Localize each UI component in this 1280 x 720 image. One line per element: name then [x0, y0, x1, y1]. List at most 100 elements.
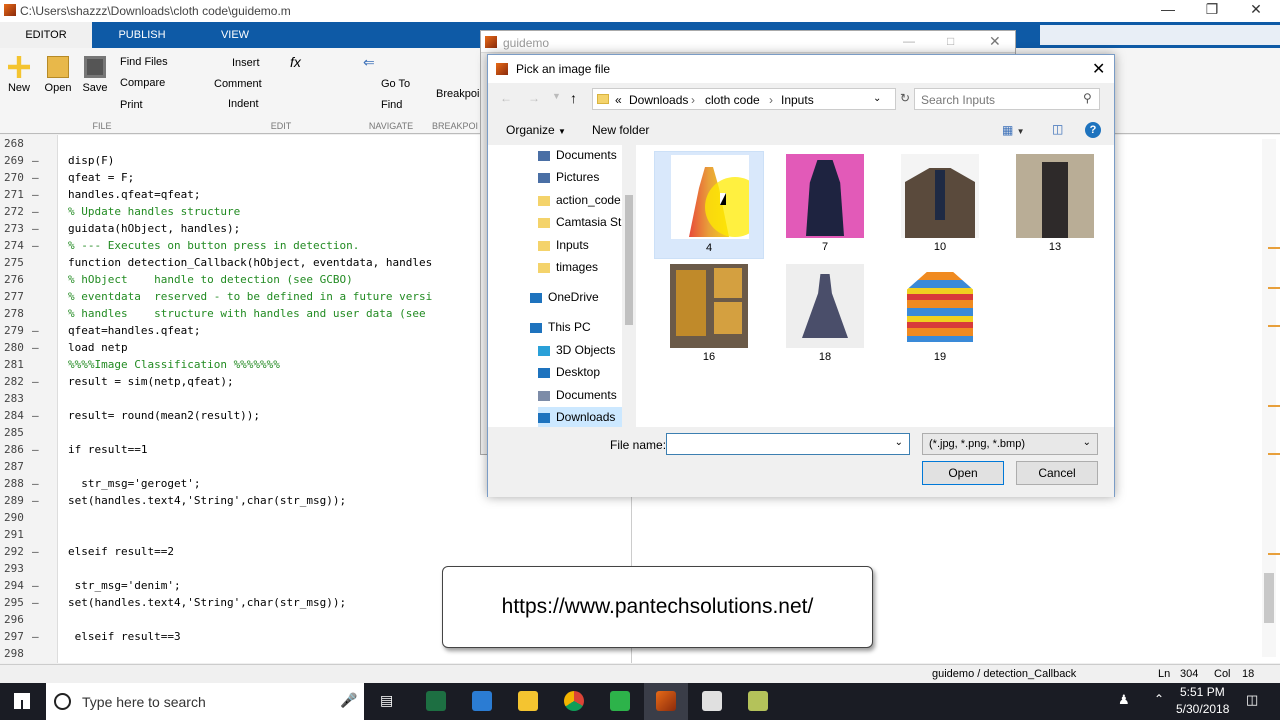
nav-scrollbar-thumb[interactable]: [625, 195, 633, 325]
nav-item[interactable]: Inputs: [538, 235, 589, 255]
comment-button[interactable]: Comment: [214, 78, 262, 90]
code-line[interactable]: 290: [0, 509, 631, 526]
breakpoint-dash[interactable]: —: [32, 339, 39, 356]
save-button[interactable]: Save: [80, 56, 110, 94]
minimize-button[interactable]: —: [1146, 1, 1190, 21]
breakpoint-dash[interactable]: —: [32, 543, 39, 560]
file-type-select[interactable]: (*.jpg, *.png, *.bmp) ⌄: [922, 433, 1098, 455]
find-button[interactable]: Find: [381, 99, 402, 111]
breakpoint-dash[interactable]: —: [32, 203, 39, 220]
nav-item[interactable]: action_code: [538, 190, 621, 210]
breadcrumb-cloth-code[interactable]: cloth code: [705, 93, 760, 107]
new-button[interactable]: New: [4, 56, 34, 94]
address-bar[interactable]: « Downloads › cloth code › Inputs ⌄: [592, 88, 896, 110]
breakpoint-dash[interactable]: —: [32, 594, 39, 611]
nav-item[interactable]: 3D Objects: [538, 340, 615, 360]
warning-marker[interactable]: [1268, 405, 1280, 407]
nav-item[interactable]: timages: [538, 257, 598, 277]
guidemo-minimize-button[interactable]: —: [903, 34, 915, 48]
open-button[interactable]: Open: [42, 56, 74, 94]
chevron-down-icon[interactable]: ⌄: [895, 437, 903, 448]
find-files-button[interactable]: Find Files: [120, 56, 168, 68]
breakpoint-dash[interactable]: —: [32, 577, 39, 594]
word-app-icon[interactable]: [472, 691, 492, 711]
file-item[interactable]: 4: [654, 151, 764, 259]
taskbar-search-box[interactable]: Type here to search 🎤: [46, 683, 364, 720]
breakpoint-dash[interactable]: —: [32, 492, 39, 509]
print-button[interactable]: Print: [120, 99, 143, 111]
file-item[interactable]: 7: [770, 151, 880, 259]
breakpoint-dash[interactable]: —: [32, 475, 39, 492]
forward-arrow-icon[interactable]: →: [528, 91, 540, 105]
navigation-pane[interactable]: Documents Pictures action_code Camtasia Stu…: [488, 145, 644, 427]
code-line[interactable]: 291: [0, 526, 631, 543]
nav-item[interactable]: This PC: [530, 317, 591, 337]
open-button[interactable]: Open: [922, 461, 1004, 485]
breakpoint-dash[interactable]: —: [32, 169, 39, 186]
windows-start-icon[interactable]: [14, 693, 30, 709]
notifications-icon[interactable]: ◫: [1246, 692, 1258, 708]
breakpoint-dash[interactable]: —: [32, 237, 39, 254]
warning-marker[interactable]: [1268, 553, 1280, 555]
code-line[interactable]: 292 — elseif result==2: [0, 543, 631, 560]
nav-item[interactable]: OneDrive: [530, 287, 599, 307]
camtasia-app-icon[interactable]: [748, 691, 768, 711]
chrome-app-icon[interactable]: [564, 691, 584, 711]
clock-time[interactable]: 5:51 PM: [1180, 685, 1225, 699]
file-list[interactable]: 4 7 10 13 16 18 19: [636, 145, 1114, 427]
file-item[interactable]: 18: [770, 261, 880, 369]
nav-item[interactable]: Pictures: [538, 167, 599, 187]
people-icon[interactable]: ♟: [1118, 692, 1130, 708]
warning-marker[interactable]: [1268, 287, 1280, 289]
file-explorer-icon[interactable]: [518, 691, 538, 711]
indent-button[interactable]: Indent: [228, 98, 259, 110]
warning-marker[interactable]: [1268, 247, 1280, 249]
green-app-icon[interactable]: [610, 691, 630, 711]
fx-icon[interactable]: fx: [290, 54, 301, 70]
breakpoint-dash[interactable]: —: [32, 373, 39, 390]
maximize-button[interactable]: ❐: [1190, 1, 1234, 21]
help-icon[interactable]: ?: [1085, 122, 1101, 138]
insert-button[interactable]: Insert: [232, 57, 260, 69]
breakpoint-dash[interactable]: —: [32, 628, 39, 645]
breakpoint-dash[interactable]: —: [32, 220, 39, 237]
tab-publish[interactable]: PUBLISH: [96, 22, 188, 48]
task-view-icon[interactable]: ▤: [380, 692, 393, 709]
file-item[interactable]: 13: [1000, 151, 1110, 259]
guidemo-close-button[interactable]: ✕: [989, 33, 1001, 50]
file-item[interactable]: 10: [885, 151, 995, 259]
breakpoints-button[interactable]: Breakpoin: [436, 88, 486, 100]
up-arrow-icon[interactable]: ↑: [570, 90, 577, 106]
file-name-input[interactable]: ⌄: [666, 433, 910, 455]
chevron-up-icon[interactable]: ⌃: [1154, 692, 1164, 706]
file-item[interactable]: 16: [654, 261, 764, 369]
guidemo-maximize-button[interactable]: □: [947, 34, 954, 48]
matlab-task-active[interactable]: [644, 683, 688, 720]
chevron-down-icon[interactable]: ⌄: [873, 93, 881, 104]
recent-chevron-icon[interactable]: ▼: [552, 91, 561, 101]
file-item[interactable]: 19: [885, 261, 995, 369]
dialog-close-button[interactable]: ✕: [1092, 59, 1105, 79]
warning-marker[interactable]: [1268, 325, 1280, 327]
tab-view[interactable]: VIEW: [190, 22, 280, 48]
breadcrumb-downloads[interactable]: Downloads: [629, 93, 688, 107]
organize-menu[interactable]: Organize ▼: [506, 123, 566, 137]
back-arrow-icon[interactable]: ←: [500, 91, 512, 105]
matlab-figure-app-icon[interactable]: [702, 691, 722, 711]
go-to-button[interactable]: Go To: [381, 78, 410, 90]
scrollbar-thumb[interactable]: [1264, 573, 1274, 623]
breadcrumb-overflow[interactable]: «: [615, 93, 622, 107]
search-input[interactable]: Search Inputs ⚲: [914, 88, 1100, 110]
cancel-button[interactable]: Cancel: [1016, 461, 1098, 485]
warning-marker[interactable]: [1268, 453, 1280, 455]
nav-item[interactable]: Desktop: [538, 362, 600, 382]
breakpoint-dash[interactable]: —: [32, 152, 39, 169]
breakpoint-dash[interactable]: —: [32, 441, 39, 458]
compare-button[interactable]: Compare: [120, 77, 165, 89]
nav-item[interactable]: Documents: [538, 385, 617, 405]
microphone-icon[interactable]: 🎤: [340, 692, 357, 709]
pick-image-dialog[interactable]: Pick an image file ✕ ← → ▼ ↑ « Downloads…: [487, 54, 1115, 497]
breadcrumb-inputs[interactable]: Inputs: [781, 93, 814, 107]
clock-date[interactable]: 5/30/2018: [1176, 702, 1229, 716]
nav-item[interactable]: Downloads: [538, 407, 622, 427]
